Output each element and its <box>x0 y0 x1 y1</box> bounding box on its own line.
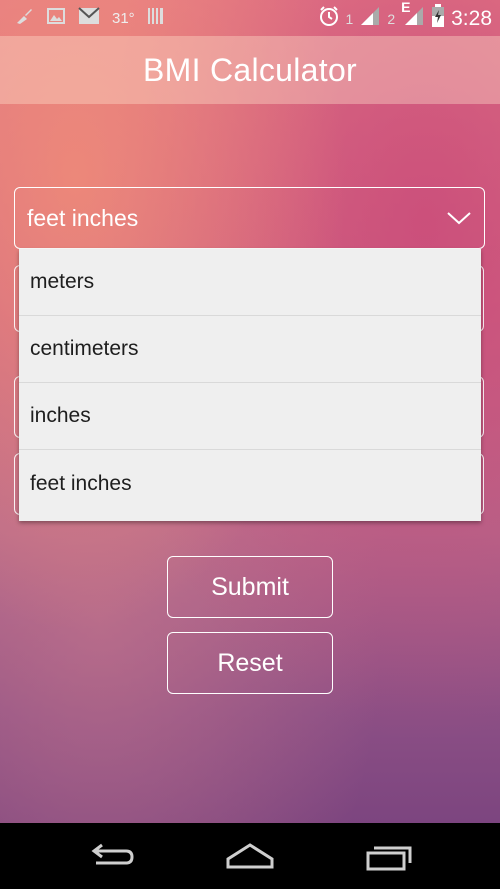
chevron-down-icon <box>446 210 472 231</box>
reset-button[interactable]: Reset <box>167 632 333 694</box>
alarm-icon <box>318 5 340 32</box>
dropdown-option-centimeters[interactable]: centimeters <box>19 316 481 383</box>
clock-time: 3:28 <box>451 6 492 30</box>
cleaner-broom-icon <box>14 6 34 31</box>
sim1-label: 1 <box>345 10 354 27</box>
dropdown-option-meters[interactable]: meters <box>19 249 481 316</box>
title-bar: BMI Calculator <box>0 36 500 104</box>
gmail-icon <box>78 7 100 30</box>
screen: 31° 1 2 E 3:28 BMI Calculator feet inche… <box>0 0 500 889</box>
spinner-selected-value: feet inches <box>27 205 139 231</box>
status-bar: 31° 1 2 E 3:28 <box>0 0 500 36</box>
network-type-label: E <box>401 0 411 15</box>
signal-strength-icon-2: E <box>401 0 425 32</box>
temperature-text: 31° <box>112 10 135 27</box>
app-title: BMI Calculator <box>142 51 358 88</box>
signal-strength-icon <box>359 5 381 32</box>
image-icon <box>46 6 66 31</box>
home-icon[interactable] <box>224 841 276 876</box>
navigation-bar <box>0 823 500 889</box>
spinner-dropdown-list: meters centimeters inches feet inches <box>19 249 481 521</box>
dropdown-option-inches[interactable]: inches <box>19 383 481 450</box>
submit-button[interactable]: Submit <box>167 556 333 618</box>
dropdown-option-feet-inches[interactable]: feet inches <box>19 450 481 518</box>
barcode-icon <box>147 6 165 31</box>
back-icon[interactable] <box>86 841 136 876</box>
recent-apps-icon[interactable] <box>364 841 416 876</box>
height-unit-spinner[interactable]: feet inches <box>14 187 485 249</box>
sim2-label: 2 <box>387 10 396 27</box>
battery-icon <box>431 4 445 33</box>
